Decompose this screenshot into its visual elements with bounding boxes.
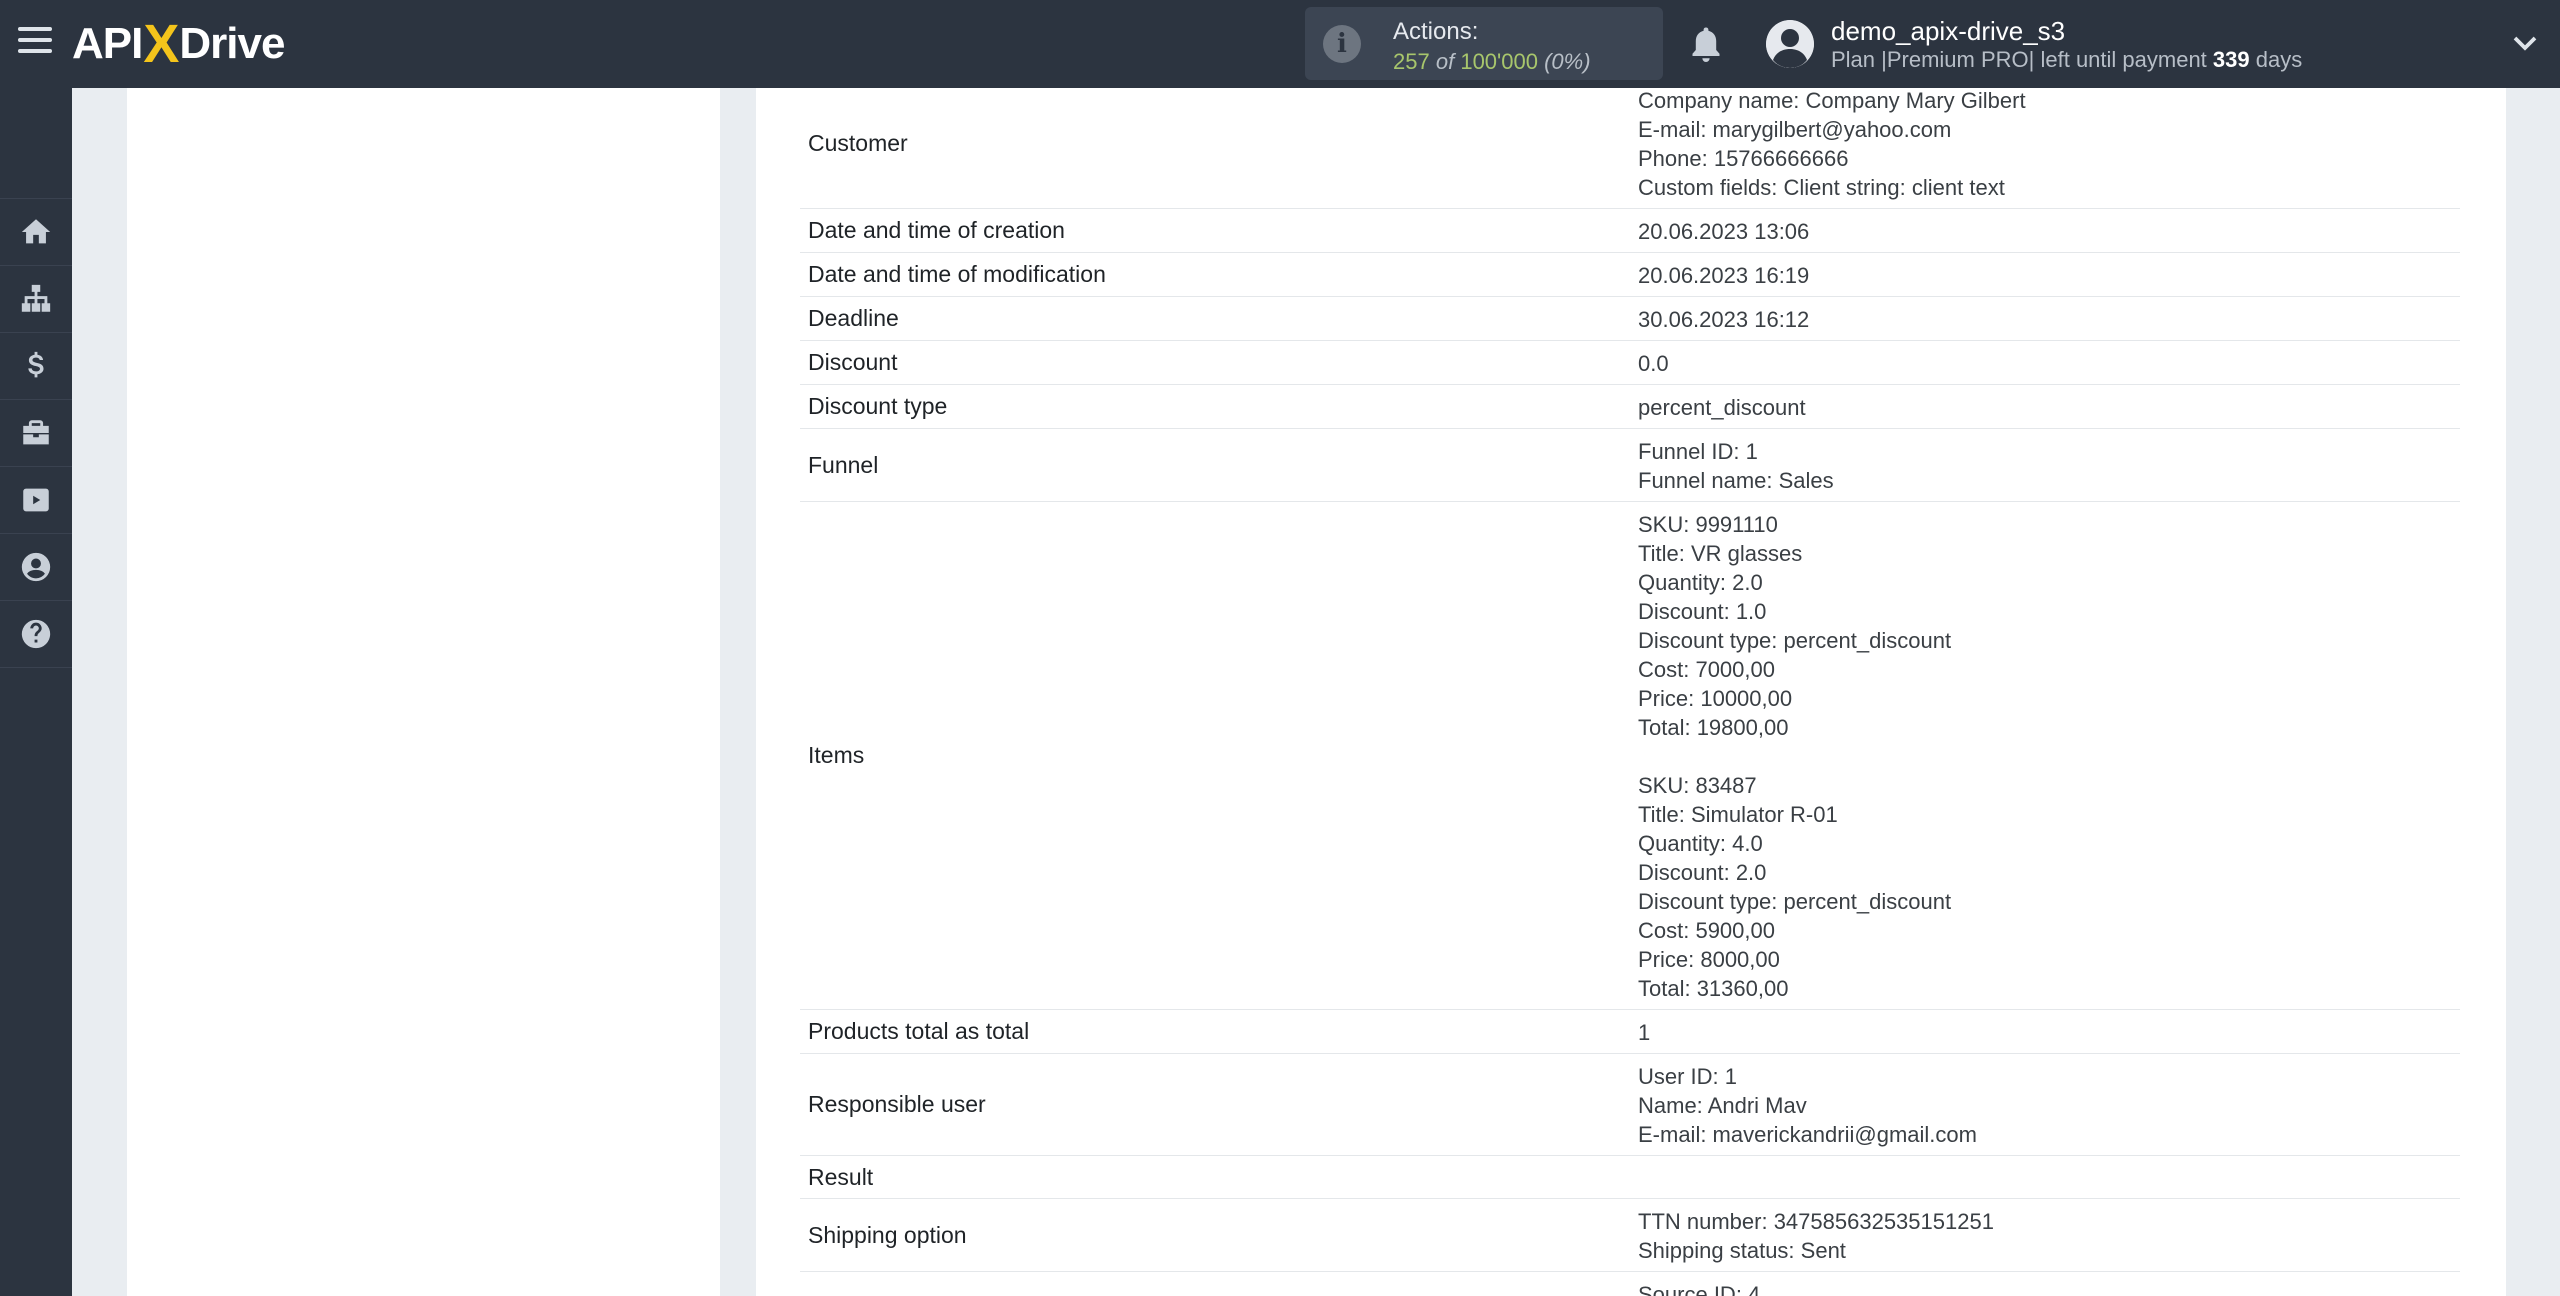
logo-api-text: API bbox=[72, 19, 143, 68]
sidebar-item-connections[interactable] bbox=[0, 266, 72, 333]
user-circle-icon bbox=[21, 552, 51, 582]
info-icon: i bbox=[1323, 25, 1361, 63]
sidebar-item-account[interactable] bbox=[0, 534, 72, 601]
table-row: Shipping option TTN number: 3475856325351… bbox=[800, 1199, 2460, 1272]
field-label: Result bbox=[808, 1163, 874, 1190]
field-label: Products total as total bbox=[808, 1018, 1030, 1044]
logo-x-text: X bbox=[143, 14, 179, 74]
field-value: 30.06.2023 16:12 bbox=[1638, 307, 1810, 332]
field-label: Funnel bbox=[808, 451, 879, 478]
field-value: Funnel ID: 1 Funnel name: Sales bbox=[1638, 439, 1834, 493]
field-value: SKU: 9991110 Title: VR glasses Quantity:… bbox=[1638, 512, 1952, 1001]
field-label: Responsible user bbox=[808, 1091, 986, 1117]
table-row: Customer Company name: Company Mary Gilbe… bbox=[800, 88, 2460, 209]
left-panel bbox=[127, 88, 720, 1296]
table-row: Responsible user User ID: 1 Name: Andri M… bbox=[800, 1054, 2460, 1156]
plan-info: Plan |Premium PRO| left until payment 33… bbox=[1831, 47, 2302, 73]
youtube-icon bbox=[23, 488, 49, 512]
field-value: User ID: 1 Name: Andri Mav E-mail: maver… bbox=[1638, 1064, 1977, 1147]
field-label: Discount type bbox=[808, 393, 948, 419]
briefcase-icon bbox=[23, 420, 49, 445]
plan-days-suffix: days bbox=[2255, 47, 2303, 72]
sitemap-icon bbox=[21, 284, 51, 312]
sidebar-item-home[interactable] bbox=[0, 199, 72, 266]
actions-of: of bbox=[1435, 49, 1455, 74]
table-row: Products total as total 1 bbox=[800, 1010, 2460, 1054]
plan-text: Plan |Premium PRO| left until payment bbox=[1831, 47, 2207, 72]
actions-label: Actions: bbox=[1393, 18, 1479, 45]
question-icon bbox=[21, 619, 51, 649]
table-row: Discount 0.0 bbox=[800, 341, 2460, 385]
field-value: 20.06.2023 13:06 bbox=[1638, 219, 1810, 244]
field-value bbox=[1630, 1156, 2460, 1198]
plan-days: 339 bbox=[2212, 47, 2250, 72]
field-value: Source ID: 4 bbox=[1638, 1282, 1761, 1296]
field-label: Items bbox=[808, 742, 865, 768]
actions-total: 100'000 bbox=[1460, 49, 1538, 74]
table-row: Date and time of creation 20.06.2023 13:0… bbox=[800, 209, 2460, 253]
table-row: Deadline 30.06.2023 16:12 bbox=[800, 297, 2460, 341]
home-icon bbox=[21, 219, 51, 244]
field-value: percent_discount bbox=[1638, 395, 1806, 420]
username[interactable]: demo_apix-drive_s3 bbox=[1831, 16, 2065, 47]
actions-count: 257 of 100'000 (0%) bbox=[1393, 49, 1591, 75]
actions-percent: (0%) bbox=[1544, 49, 1591, 74]
field-value: 0.0 bbox=[1638, 351, 1669, 376]
field-label: Customer bbox=[808, 129, 908, 156]
table-row: Discount type percent_discount bbox=[800, 385, 2460, 429]
field-value: Company name: Company Mary Gilbert E-mai… bbox=[1638, 88, 2026, 200]
details-table: Customer Company name: Company Mary Gilbe… bbox=[800, 88, 2460, 1296]
bell-icon[interactable] bbox=[1688, 24, 1724, 64]
actions-used: 257 bbox=[1393, 49, 1430, 74]
field-label bbox=[800, 1272, 1630, 1296]
chevron-down-icon[interactable] bbox=[2510, 28, 2540, 58]
table-row: Funnel Funnel ID: 1 Funnel name: Sales bbox=[800, 429, 2460, 502]
sidebar-item-help[interactable] bbox=[0, 601, 72, 668]
sidebar-item-tools[interactable] bbox=[0, 400, 72, 467]
table-row: Items SKU: 9991110 Title: VR glasses Quan… bbox=[800, 502, 2460, 1010]
avatar[interactable] bbox=[1766, 20, 1814, 68]
sidebar bbox=[0, 88, 72, 1296]
dollar-icon bbox=[28, 351, 44, 378]
logo-drive-text: Drive bbox=[179, 19, 285, 68]
logo[interactable]: API X Drive bbox=[72, 14, 285, 74]
actions-counter[interactable]: i Actions: 257 of 100'000 (0%) bbox=[1305, 7, 1663, 80]
field-value: 20.06.2023 16:19 bbox=[1638, 263, 1810, 288]
sidebar-item-videos[interactable] bbox=[0, 467, 72, 534]
field-label: Date and time of modification bbox=[808, 261, 1106, 287]
field-label: Date and time of creation bbox=[808, 217, 1065, 243]
table-row: Source ID: 4 bbox=[800, 1272, 2460, 1296]
field-label: Deadline bbox=[808, 305, 899, 331]
field-value: 1 bbox=[1638, 1020, 1651, 1045]
table-row: Result bbox=[800, 1156, 2460, 1199]
sidebar-item-billing[interactable] bbox=[0, 333, 72, 400]
field-label: Discount bbox=[808, 349, 898, 375]
table-row: Date and time of modification 20.06.2023 … bbox=[800, 253, 2460, 297]
field-value: TTN number: 347585632535151251 Shipping … bbox=[1638, 1209, 1994, 1263]
top-bar: API X Drive i Actions: 257 of 100'000 (0%)… bbox=[0, 0, 2560, 88]
menu-icon[interactable] bbox=[18, 27, 52, 59]
field-label: Shipping option bbox=[808, 1221, 967, 1248]
details-panel: Customer Company name: Company Mary Gilbe… bbox=[756, 88, 2506, 1296]
